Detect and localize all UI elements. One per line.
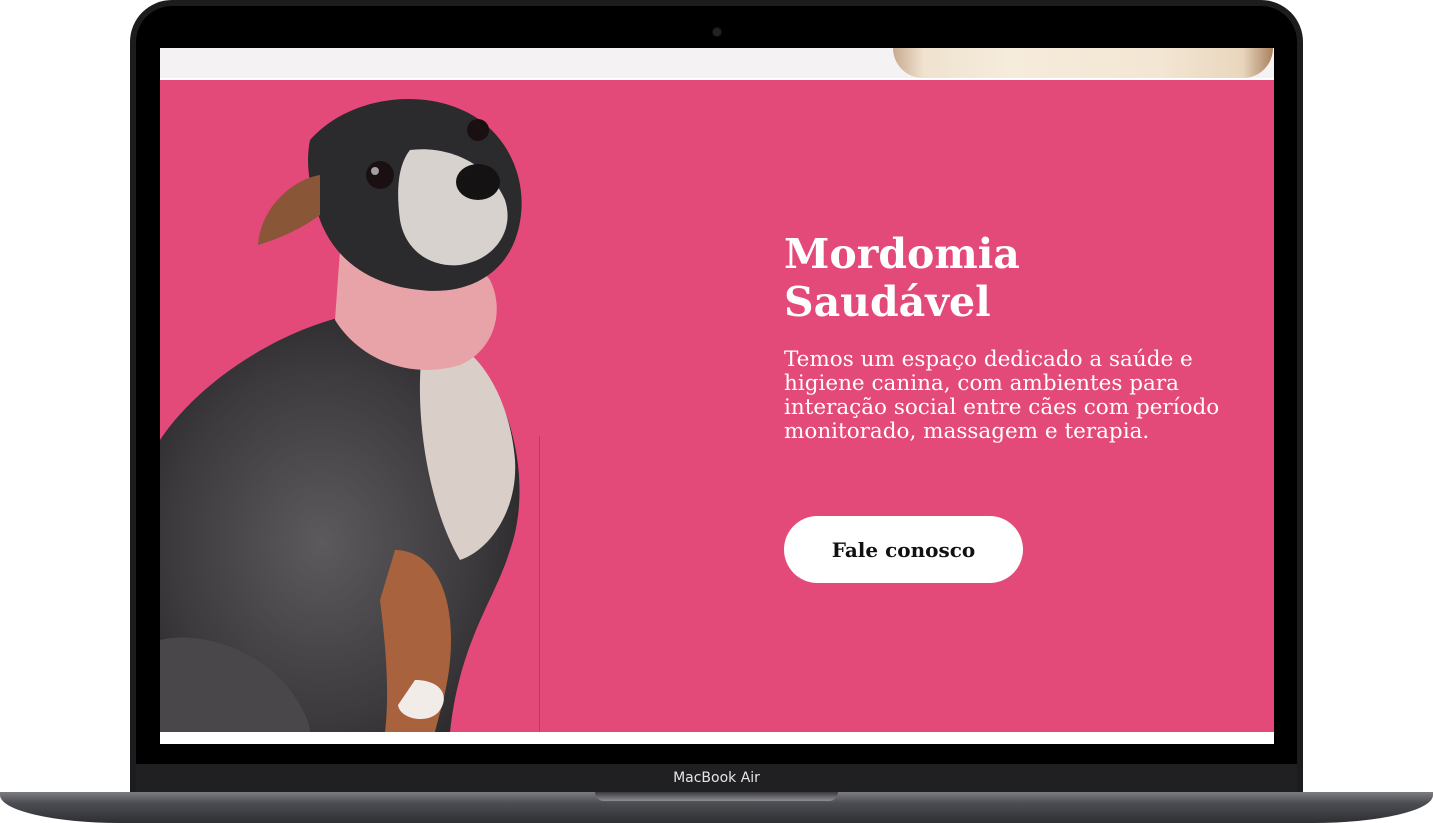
hero-title-line-2: Saudável: [784, 278, 991, 326]
hero-title-line-1: Mordomia: [784, 230, 1020, 278]
contact-us-button[interactable]: Fale conosco: [784, 516, 1023, 583]
hero-description: Temos um espaço dedicado a saúde e higie…: [784, 347, 1220, 444]
hero-content: Mordomia Saudável Temos um espaço dedica…: [784, 230, 1244, 444]
dog-photo: [160, 98, 522, 732]
hero-title: Mordomia Saudável: [784, 230, 1244, 326]
hero-section: Mordomia Saudável Temos um espaço dedica…: [160, 80, 1274, 732]
previous-section-strip: [160, 48, 1274, 78]
previous-section-photo: [893, 48, 1273, 78]
laptop-screen: Mordomia Saudável Temos um espaço dedica…: [160, 48, 1274, 744]
device-label: MacBook Air: [673, 770, 760, 786]
camera-icon: [713, 28, 721, 36]
laptop-notch: [595, 792, 838, 801]
next-section-strip: [160, 732, 1274, 744]
